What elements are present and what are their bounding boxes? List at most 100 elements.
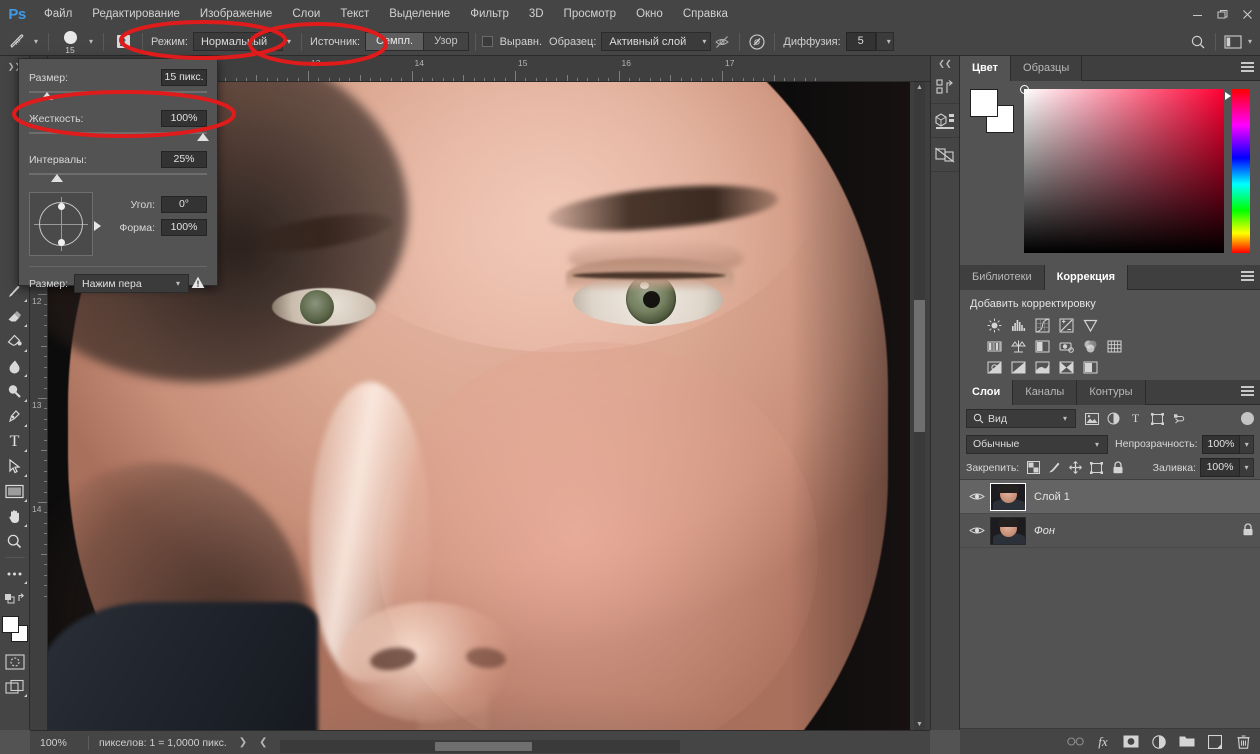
table-row[interactable]: Фон [960,514,1260,548]
artboard-lock-icon[interactable] [1089,460,1104,475]
color-picker-field[interactable] [1020,85,1224,253]
hue-slider-marker[interactable] [1225,92,1231,100]
workspace-icon[interactable] [1222,31,1244,53]
tab-layers[interactable]: Слои [960,380,1014,405]
layer-mask-icon[interactable] [1122,733,1140,751]
brush-hardness-value[interactable]: 100% [161,110,207,127]
eraser-tool[interactable] [1,304,29,329]
diffusion-value[interactable]: 5 [845,32,876,51]
roundness-node-bottom[interactable] [57,239,65,246]
color-panel-menu-icon[interactable] [1234,56,1260,80]
tab-adjustments[interactable]: Коррекция [1044,265,1129,290]
new-adjustment-layer-icon[interactable] [1150,733,1168,751]
layer-visibility-icon[interactable] [966,520,988,542]
color-picker-marker[interactable] [1020,85,1029,94]
brush-settings-popup[interactable]: Размер: 15 пикс. Жесткость: 100% Интерва… [18,58,218,293]
layer-name[interactable]: Слой 1 [1034,491,1070,503]
menu-layers[interactable]: Слои [282,0,330,28]
shape-filter-icon[interactable] [1148,409,1167,428]
hue-slider[interactable] [1225,89,1250,253]
vibrance-icon[interactable] [1082,317,1099,333]
channel-mixer-icon[interactable] [1082,338,1099,354]
brush-angle-control[interactable] [29,192,101,256]
brush-chevron-icon[interactable]: ▾ [85,37,97,46]
brightness-contrast-icon[interactable] [986,317,1003,333]
blend-mode-chevron-icon[interactable]: ▾ [283,37,295,46]
smart-object-filter-icon[interactable] [1170,409,1189,428]
layers-panel-menu-icon[interactable] [1234,380,1260,404]
ignore-adjustment-layers-icon[interactable] [711,31,733,53]
hue-saturation-icon[interactable] [986,338,1003,354]
brush-preset-picker[interactable]: 15 [55,30,85,55]
fill-value[interactable]: 100% [1200,458,1240,477]
3d-panel-icon[interactable] [931,104,959,138]
layer-style-icon[interactable]: fx [1094,733,1112,751]
stamp-icon[interactable] [110,31,136,53]
tablet-pressure-icon[interactable] [746,31,768,53]
delete-layer-icon[interactable] [1234,733,1252,751]
tab-channels[interactable]: Каналы [1013,380,1078,405]
brush-spacing-value[interactable]: 25% [161,151,207,168]
black-white-icon[interactable] [1034,338,1051,354]
color-balance-icon[interactable] [1010,338,1027,354]
curves-icon[interactable] [1034,317,1051,333]
canvas-horizontal-scrollbar[interactable] [435,742,532,751]
brush-size-value[interactable]: 15 пикс. [161,69,207,86]
transparency-lock-icon[interactable] [1026,460,1041,475]
table-row[interactable]: Слой 1 [960,480,1260,514]
hand-tool[interactable] [1,504,29,529]
menu-text[interactable]: Текст [330,0,379,28]
healing-brush-icon[interactable] [4,31,30,53]
status-prev-icon[interactable]: ❮ [259,737,267,748]
blend-mode-dropdown[interactable]: Нормальный [192,32,283,51]
restore-icon[interactable] [1210,0,1235,28]
adjustments-panel-menu-icon[interactable] [1234,265,1260,289]
type-filter-icon[interactable]: T [1126,409,1145,428]
all-lock-icon[interactable] [1110,460,1125,475]
aligned-checkbox[interactable] [481,36,493,47]
layer-filter-dropdown[interactable]: Вид ▾ [966,409,1076,428]
layer-name[interactable]: Фон [1034,525,1055,537]
filter-enable-toggle[interactable] [1241,412,1254,425]
new-group-icon[interactable] [1178,733,1196,751]
layer-visibility-icon[interactable] [966,486,988,508]
menu-file[interactable]: Файл [34,0,82,28]
menu-select[interactable]: Выделение [379,0,460,28]
paint-lock-icon[interactable] [1047,460,1062,475]
slider-thumb[interactable] [197,133,209,141]
rectangle-tool[interactable] [1,479,29,504]
menu-3d[interactable]: 3D [519,0,554,28]
brush-spacing-slider[interactable] [29,170,207,184]
gradient-map-icon[interactable] [1058,359,1075,375]
search-icon[interactable] [1187,31,1209,53]
layer-thumbnail[interactable] [990,516,1026,545]
menu-help[interactable]: Справка [673,0,738,28]
brush-size-slider[interactable] [29,88,207,102]
selective-color-icon[interactable] [1082,359,1099,375]
warning-icon[interactable] [189,276,207,292]
default-colors-icon[interactable] [1,586,29,611]
source-pattern-button[interactable]: Узор [424,32,469,51]
dock-expand-icon[interactable]: ❮❮ [930,56,960,70]
blur-tool[interactable] [1,354,29,379]
invert-icon[interactable] [986,359,1003,375]
workspace-chevron-icon[interactable]: ▾ [1244,37,1256,46]
move-lock-icon[interactable] [1068,460,1083,475]
gradient-tool[interactable] [1,329,29,354]
tab-color[interactable]: Цвет [960,56,1012,81]
scroll-down-icon[interactable]: ▼ [914,719,925,730]
photo-filter-icon[interactable] [1058,338,1075,354]
tab-libraries[interactable]: Библиотеки [960,265,1045,290]
menu-window[interactable]: Окно [626,0,673,28]
roundness-node-top[interactable] [57,203,65,210]
levels-icon[interactable] [1010,317,1027,333]
color-panel-swatches[interactable] [970,89,1016,135]
status-next-icon[interactable]: ❯ [239,737,247,748]
dodge-tool[interactable] [1,379,29,404]
tool-preset-chevron-icon[interactable]: ▾ [30,37,42,46]
color-lookup-icon[interactable] [1106,338,1123,354]
color-swatches[interactable] [1,615,29,643]
layer-thumbnail[interactable] [990,482,1026,511]
layer-blend-mode-dropdown[interactable]: Обычные ▾ [966,434,1109,454]
menu-image[interactable]: Изображение [190,0,282,28]
